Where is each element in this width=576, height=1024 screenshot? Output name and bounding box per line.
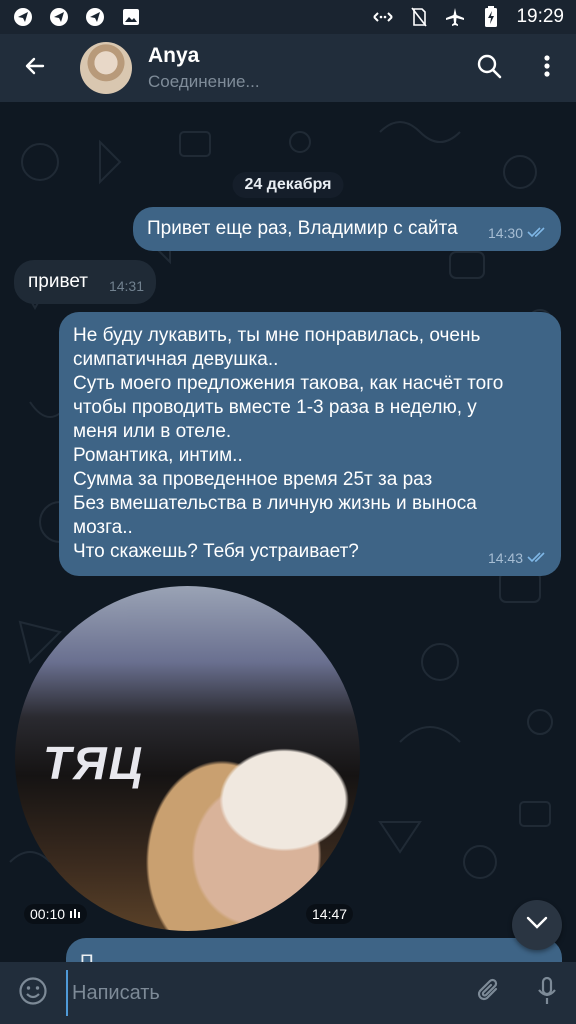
more-menu-button[interactable] [518,34,576,102]
message-composer [0,962,576,1024]
image-icon [120,6,142,28]
status-time: 19:29 [516,6,564,27]
outgoing-message[interactable]: Привет еще раз, Владимир с сайта 14:30 [133,207,561,251]
chat-header: Anya Соединение... [0,34,576,102]
message-text: П... [80,952,110,962]
status-bar: 19:29 [0,0,576,34]
microphone-button[interactable] [518,962,576,1024]
message-text: привет [28,271,88,292]
message-time: 14:30 [487,225,523,241]
chat-area[interactable]: 24 декабря Привет еще раз, Владимир с са… [0,102,576,962]
incoming-message[interactable]: привет 14:31 [14,260,156,304]
message-line: чтобы проводить вместе 1-3 раза в неделю… [73,397,477,418]
chat-title: Anya [148,44,200,67]
message-line: Сумма за проведенное время 25т за раз [73,469,433,490]
search-icon [476,53,502,84]
video-message[interactable]: ТЯЦ [15,586,360,931]
chat-title-block[interactable]: Anya Соединение... [148,44,460,92]
message-line: Что скажешь? Тебя устраивает? [73,541,359,562]
telegram-icon [12,6,34,28]
message-line: меня или в отеле. [73,421,232,442]
message-line: симпатичная девушка.. [73,349,279,370]
message-input[interactable] [66,970,460,1016]
telegram-icon [84,6,106,28]
airplane-icon [444,6,466,28]
battery-icon [480,6,502,28]
outgoing-message[interactable]: Не буду лукавить, ты мне понравилась, оч… [59,312,561,576]
double-check-icon [527,221,549,245]
message-time: 14:43 [487,550,523,566]
message-time: 14:31 [108,278,144,294]
message-line: Не буду лукавить, ты мне понравилась, оч… [73,325,481,346]
arrow-left-icon [23,54,47,83]
back-button[interactable] [0,34,70,102]
date-chip: 24 декабря [232,172,344,198]
message-line: мозга.. [73,517,133,538]
double-check-icon [527,546,549,570]
smiley-icon [18,976,48,1011]
connection-status: Соединение... [148,72,260,91]
message-line: Суть моего предложения такова, как насчё… [73,373,504,394]
no-sim-icon [408,6,430,28]
audio-wave-icon [69,906,81,922]
paperclip-icon [476,976,502,1011]
microphone-icon [536,976,558,1011]
video-duration: 00:10 [24,904,87,924]
chevron-down-icon [526,916,548,935]
message-text: Привет еще раз, Владимир с сайта [147,218,458,239]
attach-button[interactable] [460,962,518,1024]
avatar[interactable] [80,42,132,94]
data-saver-icon [372,6,394,28]
telegram-icon [48,6,70,28]
emoji-button[interactable] [0,962,66,1024]
search-button[interactable] [460,34,518,102]
message-line: Романтика, интим.. [73,445,243,466]
message-line: Без вмешательства в личную жизнь и вынос… [73,493,477,514]
outgoing-message-partial[interactable]: П... [66,938,562,962]
more-vertical-icon [543,54,551,83]
video-sign-text: ТЯЦ [43,737,145,789]
video-time: 14:47 [306,904,354,924]
scroll-down-button[interactable] [512,900,562,950]
